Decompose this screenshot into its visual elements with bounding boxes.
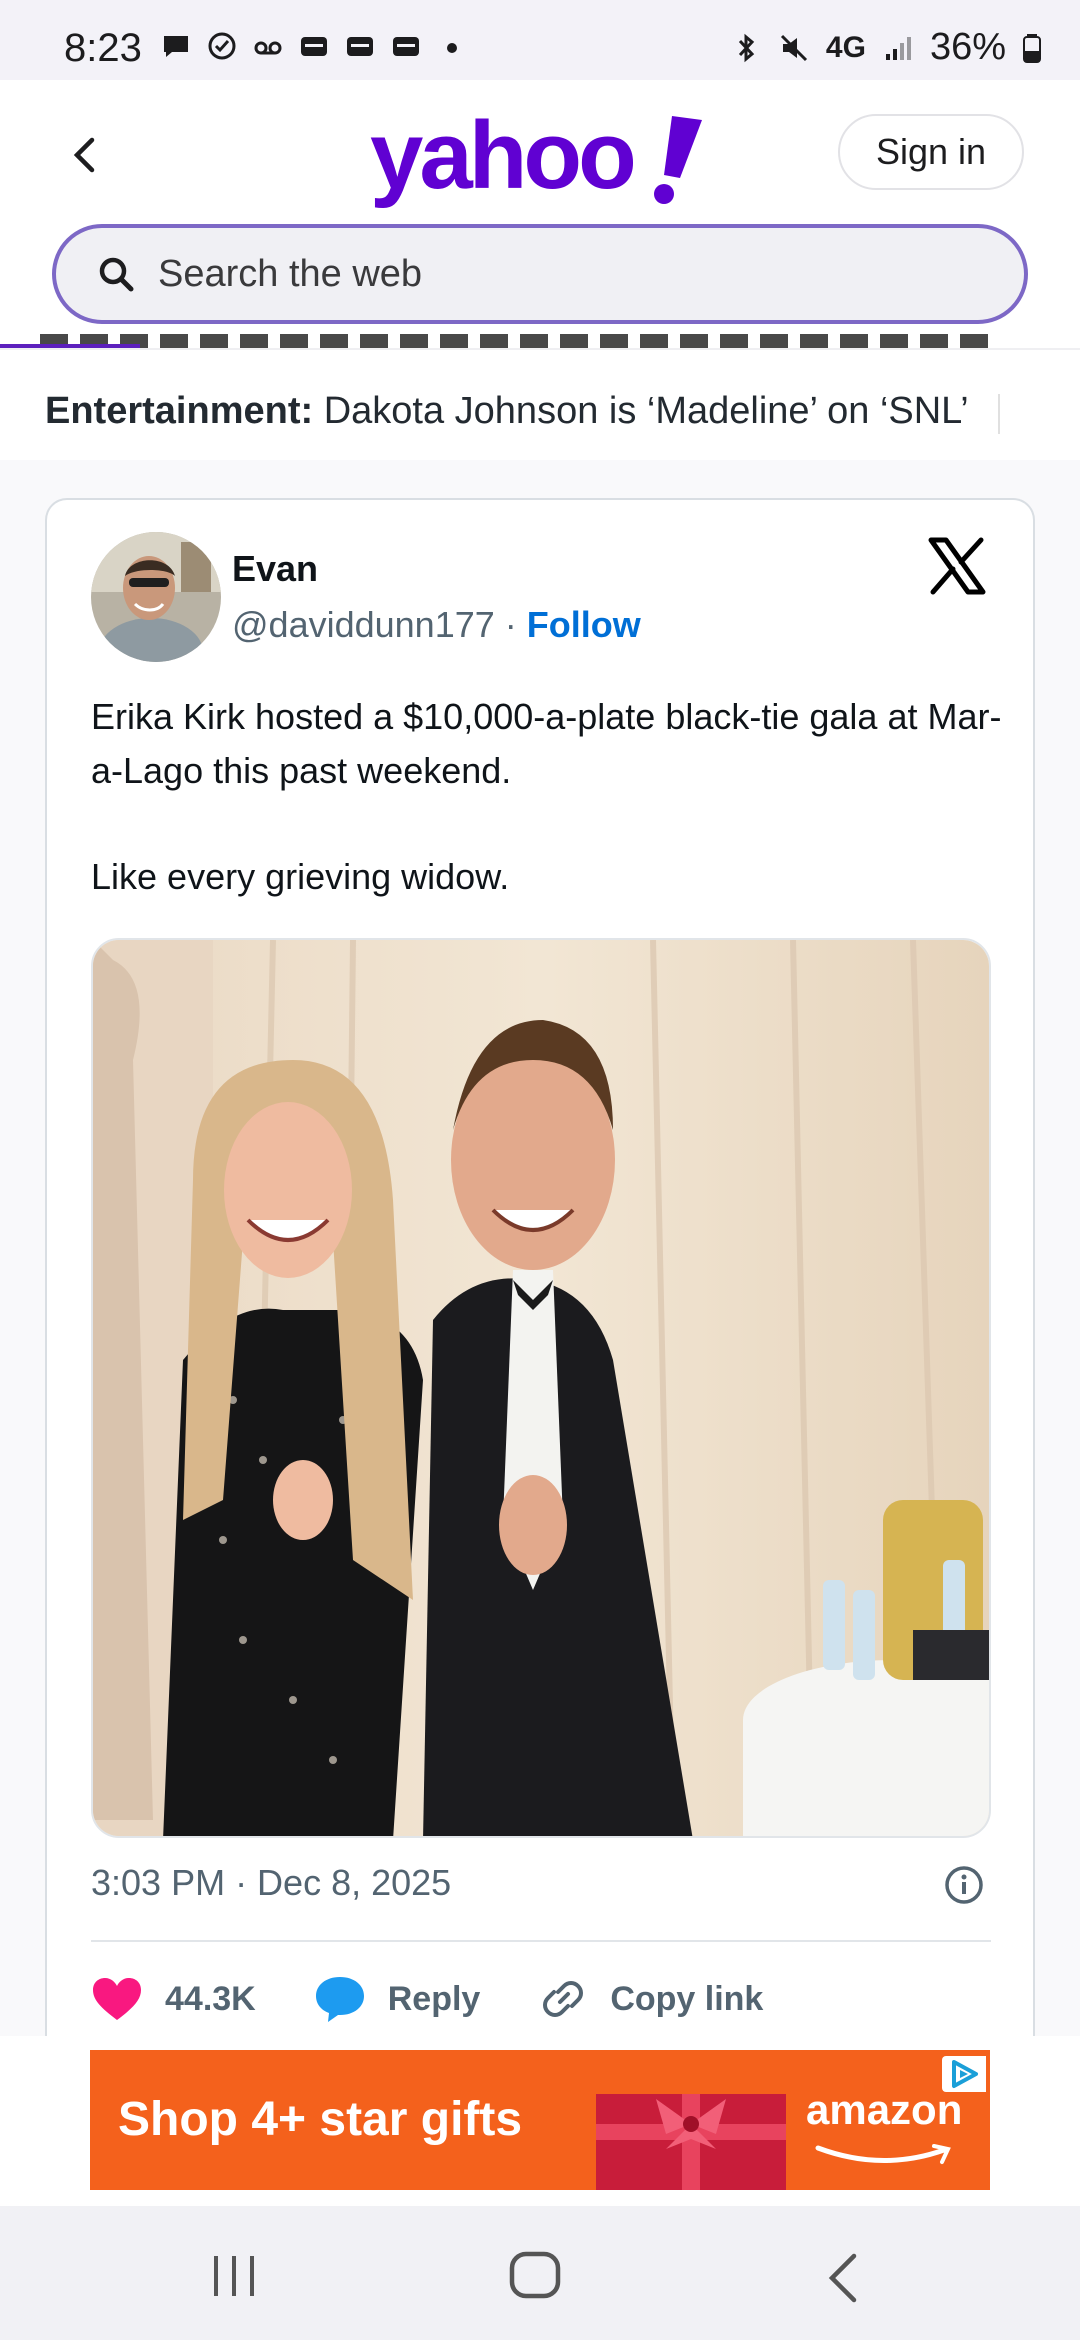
mute-icon [780, 34, 807, 61]
voicemail-icon [254, 41, 282, 55]
avatar[interactable] [91, 532, 221, 662]
recent-apps-icon[interactable] [210, 2254, 260, 2298]
copy-link-label: Copy link [610, 1979, 764, 2018]
tweet-photo[interactable] [91, 938, 991, 1838]
bluetooth-icon [738, 33, 755, 62]
tweet-timestamp[interactable]: 3:03 PM · Dec 8, 2025 [91, 1862, 451, 1904]
ad-brand[interactable]: amazon [806, 2086, 962, 2134]
x-logo-icon[interactable] [927, 536, 987, 596]
reply-label: Reply [387, 1979, 481, 2018]
check-circle-icon [208, 32, 236, 60]
android-nav-bar [0, 2206, 1080, 2340]
nav-back-icon[interactable] [822, 2250, 862, 2306]
search-icon [99, 257, 134, 292]
battery-percent: 36% [929, 26, 1006, 68]
status-time: 8:23 [64, 26, 142, 70]
tweet-text: Erika Kirk hosted a $10,000-a-plate blac… [91, 690, 1011, 904]
reply-bubble-icon [315, 1977, 364, 2022]
author-name[interactable]: Evan [232, 548, 318, 590]
news-ticker[interactable]: Entertainment: Dakota Johnson is ‘Madeli… [0, 360, 1080, 460]
inbox-icon [347, 37, 373, 56]
tweet-actions: 44.3K Reply Copy link [91, 1964, 991, 2034]
message-icon [164, 36, 188, 57]
info-icon[interactable] [943, 1864, 985, 1906]
yahoo-logo[interactable]: yahoo [370, 108, 710, 208]
heart-icon [93, 1978, 141, 2020]
tweet-text-line-1: Erika Kirk hosted a $10,000-a-plate blac… [91, 696, 1002, 791]
inbox-icon [393, 37, 419, 56]
battery-icon [1023, 33, 1041, 63]
author-handle-row: @daviddunn177 · Follow [232, 604, 641, 646]
copy-link-button[interactable]: Copy link [538, 1974, 763, 2024]
network-type: 4G [825, 30, 866, 64]
like-button[interactable]: 44.3K [91, 1976, 256, 2022]
inbox-icon [301, 37, 327, 56]
handle-separator: · [504, 604, 517, 645]
ad-choices-icon[interactable] [942, 2056, 986, 2092]
like-count: 44.3K [165, 1979, 256, 2018]
card-divider [91, 1940, 991, 1942]
embedded-tweet-card[interactable]: Evan @daviddunn177 · Follow Erika Kirk h… [45, 498, 1035, 2038]
search-bar[interactable]: Search the web [52, 224, 1028, 324]
follow-button[interactable]: Follow [527, 604, 641, 645]
tweet-text-line-2: Like every grieving widow. [91, 856, 510, 897]
ticker-category: Entertainment: [45, 390, 314, 432]
ticker-separator [998, 394, 1000, 434]
yahoo-header: yahoo Sign in Search the web [0, 80, 1080, 350]
home-icon[interactable] [508, 2250, 562, 2300]
ad-banner[interactable]: Shop 4+ star gifts amazon [90, 2050, 990, 2190]
gift-box-icon [596, 2094, 786, 2190]
dot-icon [447, 43, 457, 53]
back-arrow-icon[interactable] [60, 130, 110, 180]
search-input[interactable]: Search the web [158, 253, 422, 296]
notification-icons [160, 30, 468, 62]
svg-text:yahoo: yahoo [370, 108, 633, 208]
ticker-text[interactable]: Entertainment: Dakota Johnson is ‘Madeli… [45, 390, 1005, 433]
ticker-previous-headline-clip [40, 334, 1000, 348]
author-handle[interactable]: @daviddunn177 [232, 604, 495, 645]
status-bar: 8:23 4G 36% [0, 0, 1080, 80]
link-icon [543, 1981, 584, 2017]
ticker-divider [0, 348, 1080, 350]
ad-headline[interactable]: Shop 4+ star gifts [118, 2092, 522, 2147]
signal-icon [885, 36, 911, 60]
reply-button[interactable]: Reply [314, 1975, 481, 2023]
sign-in-button[interactable]: Sign in [838, 114, 1024, 190]
ticker-headline[interactable]: Dakota Johnson is ‘Madeline’ on ‘SNL’ [324, 390, 969, 432]
system-icons: 4G 36% [730, 26, 1042, 69]
amazon-smile-icon [815, 2144, 951, 2164]
